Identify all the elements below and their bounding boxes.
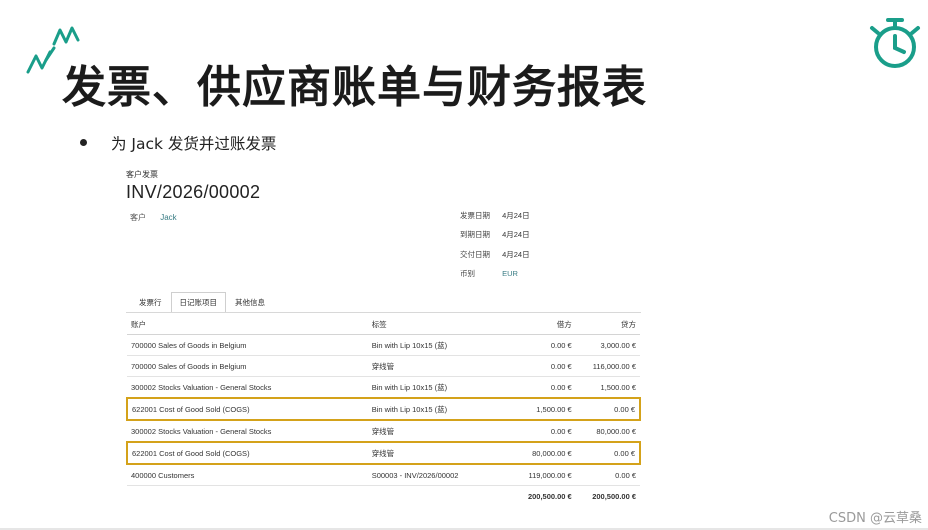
total-credit: 200,500.00 € [592, 491, 636, 501]
watermark-text: CSDN @云草桑 [828, 511, 922, 526]
cell-label: Bin with Lip 10x15 (蓝) [367, 376, 511, 399]
cell-credit: 1,500.00 € [575, 376, 640, 399]
cell-credit: 0.00 € [575, 397, 642, 421]
cell-debit: 0.00 € [510, 355, 576, 377]
cell-debit: 119,000.00 € [510, 464, 576, 486]
cell-label: 穿线管 [367, 441, 511, 465]
cell-debit: 1,500.00 € [510, 397, 576, 421]
table-row[interactable]: 300002 Stocks Valuation - General Stocks… [127, 420, 640, 443]
document-type: 客户发票 [126, 170, 158, 179]
customer-link[interactable]: Jack [160, 213, 176, 222]
cell-account: 300002 Stocks Valuation - General Stocks [127, 420, 368, 443]
table-header-row: 账户 标签 借方 贷方 [127, 314, 640, 335]
table-row[interactable]: 300002 Stocks Valuation - General Stocks… [127, 376, 640, 399]
cell-credit: 80,000.00 € [575, 420, 640, 443]
cell-account: 622001 Cost of Good Sold (COGS) [126, 441, 368, 465]
cell-account: 622001 Cost of Good Sold (COGS) [126, 397, 368, 421]
cell-debit: 0.00 € [510, 376, 576, 399]
meta-label: 交付日期 [460, 249, 490, 259]
customer-label: 客户 [130, 213, 146, 222]
cell-debit: 0.00 € [510, 420, 576, 443]
cell-credit: 116,000.00 € [575, 355, 640, 377]
journal-items-table: 账户 标签 借方 贷方 700000 Sales of Goods in Bel… [126, 314, 642, 507]
stopwatch-logo-icon [870, 18, 920, 68]
tab-invoice-lines[interactable]: 发票行 [130, 292, 171, 312]
cell-label: 穿线管 [367, 420, 511, 443]
meta-label: 币别 [460, 268, 475, 278]
column-header-credit[interactable]: 贷方 [575, 314, 640, 335]
invoice-meta: 发票日期 4月24日 到期日期 4月24日 交付日期 4月24日 币别 EUR [460, 210, 530, 287]
meta-value[interactable]: 4月24日 [502, 211, 530, 220]
tab-divider [126, 312, 641, 313]
table-row[interactable]: 700000 Sales of Goods in Belgium 穿线管 0.0… [127, 355, 640, 377]
cell-credit: 0.00 € [575, 441, 642, 465]
meta-row-invoice-date: 发票日期 4月24日 [460, 210, 530, 229]
meta-label: 到期日期 [460, 230, 490, 240]
cell-label: Bin with Lip 10x15 (蓝) [367, 397, 511, 421]
table-row-highlighted[interactable]: 622001 Cost of Good Sold (COGS) Bin with… [126, 397, 642, 421]
cell-account: 700000 Sales of Goods in Belgium [127, 334, 368, 356]
column-header-label[interactable]: 标签 [367, 314, 511, 335]
total-debit: 200,500.00 € [527, 491, 572, 501]
cell-label: 穿线管 [367, 355, 511, 377]
column-header-account[interactable]: 账户 [127, 314, 368, 335]
table-row-highlighted[interactable]: 622001 Cost of Good Sold (COGS) 穿线管 80,0… [126, 441, 642, 465]
totals-row: 200,500.00 € 200,500.00 € [127, 486, 640, 507]
invoice-number: INV/2026/00002 [126, 182, 261, 202]
tab-journal-items[interactable]: 日记账项目 [170, 292, 226, 312]
meta-value[interactable]: 4月24日 [502, 250, 530, 259]
meta-value[interactable]: 4月24日 [502, 230, 530, 239]
invoice-screenshot: 客户发票 INV/2026/00002 客户 Jack 发票日期 4月24日 到… [126, 164, 642, 501]
bullet-dot-icon [80, 139, 87, 146]
meta-row-due-date: 到期日期 4月24日 [460, 229, 530, 248]
bullet-item: 为 Jack 发货并过账发票 [80, 132, 276, 154]
table-row[interactable]: 700000 Sales of Goods in Belgium Bin wit… [127, 334, 640, 356]
cell-label: S00003 - INV/2026/00002 [367, 464, 511, 486]
cell-credit: 0.00 € [575, 464, 640, 486]
cell-debit: 0.00 € [510, 334, 576, 356]
meta-row-currency: 币别 EUR [460, 268, 530, 287]
cell-account: 300002 Stocks Valuation - General Stocks [127, 376, 368, 399]
cell-credit: 3,000.00 € [575, 334, 640, 356]
meta-row-delivery-date: 交付日期 4月24日 [460, 249, 530, 268]
cell-account: 700000 Sales of Goods in Belgium [127, 355, 368, 377]
cell-account: 400000 Customers [127, 464, 368, 486]
column-header-debit[interactable]: 借方 [510, 314, 576, 335]
slide-title: 发票、供应商账单与财务报表 [62, 62, 647, 113]
meta-label: 发票日期 [460, 211, 490, 220]
customer-field: 客户 Jack [130, 212, 177, 223]
bullet-text: 为 Jack 发货并过账发票 [111, 135, 277, 153]
tab-bar: 发票行 日记账项目 其他信息 [130, 292, 274, 312]
cell-debit: 80,000.00 € [510, 441, 576, 465]
tab-other-info[interactable]: 其他信息 [226, 292, 274, 312]
cell-label: Bin with Lip 10x15 (蓝) [367, 334, 511, 356]
meta-value-currency[interactable]: EUR [502, 269, 518, 278]
table-row[interactable]: 400000 Customers S00003 - INV/2026/00002… [127, 464, 640, 486]
